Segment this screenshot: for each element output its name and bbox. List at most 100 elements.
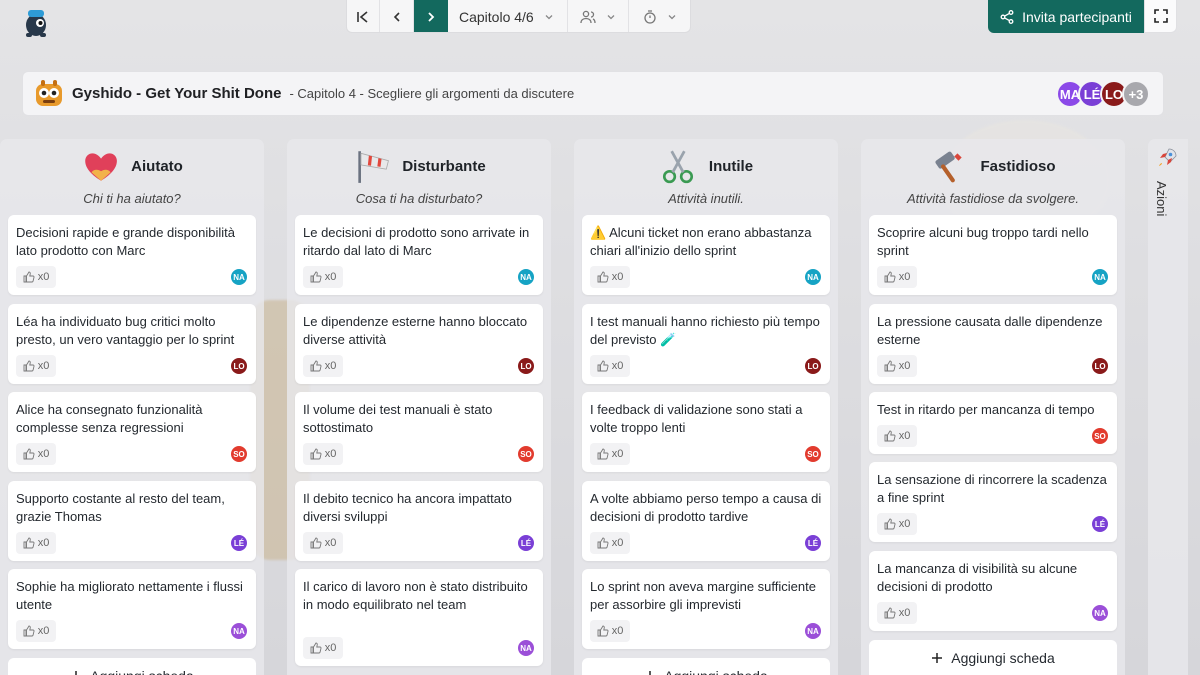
like-button[interactable]: x0 xyxy=(590,443,630,465)
retro-card[interactable]: Sophie ha migliorato nettamente i flussi… xyxy=(8,569,256,649)
like-button[interactable]: x0 xyxy=(590,532,630,554)
card-author-avatar[interactable]: LO xyxy=(1092,358,1108,374)
chapter-select[interactable]: Capitolo 4/6 xyxy=(448,0,568,32)
card-author-avatar[interactable]: SO xyxy=(805,446,821,462)
card-author-avatar[interactable]: NA xyxy=(805,269,821,285)
like-button[interactable]: x0 xyxy=(303,637,343,659)
column-subtitle: Attività inutili. xyxy=(668,191,744,206)
retro-card[interactable]: Lo sprint non aveva margine sufficiente … xyxy=(582,569,830,649)
card-author-avatar[interactable]: LÉ xyxy=(518,535,534,551)
like-button[interactable]: x0 xyxy=(16,443,56,465)
retro-card[interactable]: Alice ha consegnato funzionalità comples… xyxy=(8,392,256,472)
card-author-avatar[interactable]: LÉ xyxy=(1092,516,1108,532)
retro-card[interactable]: Decisioni rapide e grande disponibilità … xyxy=(8,215,256,295)
like-button[interactable]: x0 xyxy=(877,425,917,447)
card-text: Alice ha consegnato funzionalità comples… xyxy=(16,402,203,435)
like-count: x0 xyxy=(324,271,337,283)
card-author-avatar[interactable]: SO xyxy=(231,446,247,462)
like-button[interactable]: x0 xyxy=(877,602,917,624)
retro-card[interactable]: ⚠️ Alcuni ticket non erano abbastanza ch… xyxy=(582,215,830,295)
card-author-avatar[interactable]: LO xyxy=(805,358,821,374)
plus-icon xyxy=(75,671,77,675)
card-author-avatar[interactable]: LÉ xyxy=(805,535,821,551)
retro-card[interactable]: Supporto costante al resto del team, gra… xyxy=(8,481,256,561)
retro-card[interactable]: Scoprire alcuni bug troppo tardi nello s… xyxy=(869,215,1117,295)
invite-participants-button[interactable]: Invita partecipanti xyxy=(988,0,1144,33)
like-button[interactable]: x0 xyxy=(16,355,56,377)
chevron-right-icon xyxy=(428,11,435,22)
add-card-button[interactable]: Aggiungi scheda xyxy=(8,658,256,675)
participants-select[interactable] xyxy=(568,0,629,32)
add-card-button[interactable]: Aggiungi scheda xyxy=(582,658,830,675)
retro-card[interactable]: La sensazione di rincorrere la scadenza … xyxy=(869,462,1117,542)
next-chapter-button[interactable] xyxy=(414,0,448,32)
like-button[interactable]: x0 xyxy=(16,532,56,554)
card-author-avatar[interactable]: SO xyxy=(1092,428,1108,444)
thumbs-up-icon xyxy=(310,537,322,549)
column-header: Aiutato xyxy=(0,139,264,189)
first-chapter-button[interactable] xyxy=(347,0,380,32)
card-footer: x0 LÉ xyxy=(590,532,822,554)
thumbs-up-icon xyxy=(23,448,35,460)
app-logo-icon[interactable] xyxy=(20,6,52,38)
card-footer: x0 SO xyxy=(303,443,535,465)
card-footer: x0 NA xyxy=(877,266,1109,288)
card-author-avatar[interactable]: NA xyxy=(518,640,534,656)
retro-card[interactable]: A volte abbiamo perso tempo a causa di d… xyxy=(582,481,830,561)
card-author-avatar[interactable]: NA xyxy=(231,623,247,639)
card-author-avatar[interactable]: SO xyxy=(518,446,534,462)
thumbs-up-icon xyxy=(884,271,896,283)
like-count: x0 xyxy=(611,360,624,372)
like-button[interactable]: x0 xyxy=(16,266,56,288)
like-button[interactable]: x0 xyxy=(16,620,56,642)
card-author-avatar[interactable]: NA xyxy=(1092,605,1108,621)
card-footer: x0 NA xyxy=(303,637,535,659)
timer-select[interactable] xyxy=(629,0,690,32)
retro-card[interactable]: Test in ritardo per mancanza di tempo x0 S… xyxy=(869,392,1117,454)
retro-card[interactable]: Il carico di lavoro non è stato distribu… xyxy=(295,569,543,666)
thumbs-up-icon xyxy=(23,271,35,283)
retro-card[interactable]: I feedback di validazione sono stati a v… xyxy=(582,392,830,472)
like-button[interactable]: x0 xyxy=(303,443,343,465)
retro-card[interactable]: Le dipendenze esterne hanno bloccato div… xyxy=(295,304,543,384)
card-author-avatar[interactable]: LÉ xyxy=(231,535,247,551)
retro-card[interactable]: La mancanza di visibilità su alcune deci… xyxy=(869,551,1117,631)
like-count: x0 xyxy=(898,360,911,372)
card-author-avatar[interactable]: LO xyxy=(518,358,534,374)
card-footer: x0 LO xyxy=(16,355,248,377)
skip-back-icon xyxy=(357,10,368,23)
retro-card[interactable]: Le decisioni di prodotto sono arrivate i… xyxy=(295,215,543,295)
like-button[interactable]: x0 xyxy=(877,513,917,535)
column-header: Fastidioso xyxy=(861,139,1125,189)
retro-card[interactable]: Il volume dei test manuali è stato sotto… xyxy=(295,392,543,472)
card-author-avatar[interactable]: NA xyxy=(805,623,821,639)
retro-card[interactable]: La pressione causata dalle dipendenze es… xyxy=(869,304,1117,384)
card-text: La pressione causata dalle dipendenze es… xyxy=(877,314,1103,347)
like-count: x0 xyxy=(898,271,911,283)
card-author-avatar[interactable]: NA xyxy=(231,269,247,285)
actions-panel[interactable]: Azioni xyxy=(1148,139,1188,675)
like-button[interactable]: x0 xyxy=(303,355,343,377)
card-author-avatar[interactable]: NA xyxy=(1092,269,1108,285)
like-button[interactable]: x0 xyxy=(590,266,630,288)
card-author-avatar[interactable]: LO xyxy=(231,358,247,374)
like-button[interactable]: x0 xyxy=(303,532,343,554)
like-button[interactable]: x0 xyxy=(303,266,343,288)
like-button[interactable]: x0 xyxy=(877,266,917,288)
participant-avatar[interactable]: +3 xyxy=(1122,80,1150,108)
retro-card[interactable]: Il debito tecnico ha ancora impattato di… xyxy=(295,481,543,561)
card-footer: x0 LÉ xyxy=(303,532,535,554)
previous-chapter-button[interactable] xyxy=(380,0,414,32)
like-button[interactable]: x0 xyxy=(877,355,917,377)
like-button[interactable]: x0 xyxy=(590,355,630,377)
retro-card[interactable]: I test manuali hanno richiesto più tempo… xyxy=(582,304,830,384)
like-count: x0 xyxy=(611,448,624,460)
card-author-avatar[interactable]: NA xyxy=(518,269,534,285)
like-button[interactable]: x0 xyxy=(590,620,630,642)
participant-avatars[interactable]: MA LÉ LO +3 xyxy=(1056,80,1150,108)
card-text: Le dipendenze esterne hanno bloccato div… xyxy=(303,314,528,347)
fullscreen-button[interactable] xyxy=(1144,0,1177,33)
add-card-button[interactable]: Aggiungi scheda xyxy=(869,640,1117,675)
add-card-label: Aggiungi scheda xyxy=(90,668,194,675)
retro-card[interactable]: Léa ha individuato bug critici molto pre… xyxy=(8,304,256,384)
